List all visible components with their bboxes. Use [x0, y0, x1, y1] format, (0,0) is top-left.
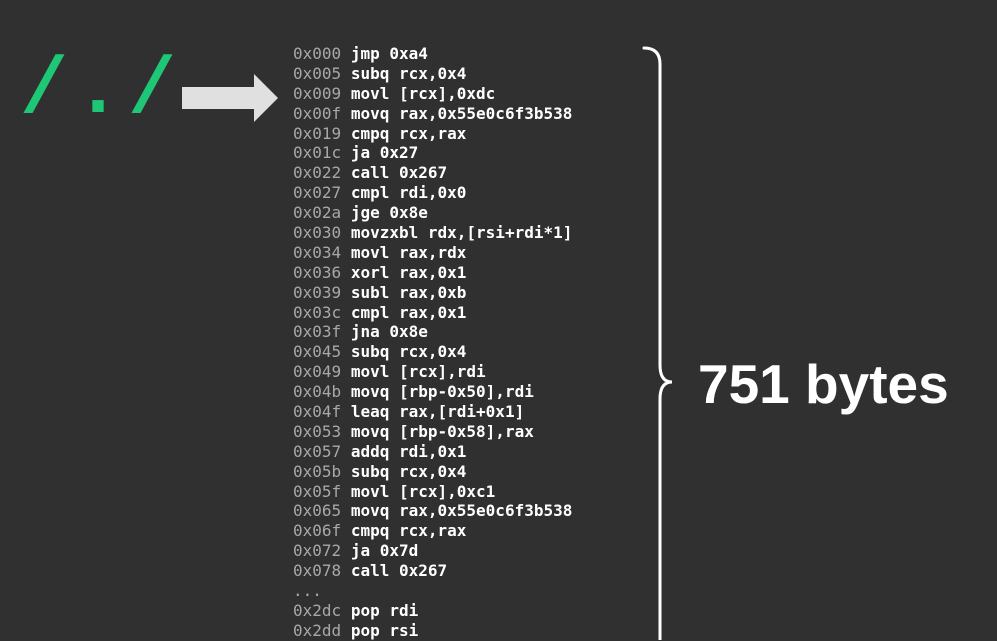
code-instruction: addq rdi,0x1	[350, 441, 467, 461]
code-address: 0x00f	[293, 103, 342, 123]
code-instruction: pop rsi	[350, 620, 419, 640]
code-line: 0x2dd pop rsi	[293, 621, 653, 641]
code-instruction: cmpq rcx,rax	[350, 123, 467, 143]
code-line: 0x039 subl rax,0xb	[293, 283, 653, 303]
code-address: 0x01c	[293, 143, 342, 163]
code-instruction: movl [rcx],0xc1	[350, 481, 496, 501]
code-instruction: movq rax,0x55e0c6f3b538	[350, 501, 573, 521]
code-instruction: subq rcx,0x4	[350, 63, 467, 83]
code-line: 0x02a jge 0x8e	[293, 203, 653, 223]
code-line: 0x030 movzxbl rdx,[rsi+rdi*1]	[293, 223, 653, 243]
slide: /./ 0x000 jmp 0xa4 0x005 subq rcx,0x4 0x00…	[0, 0, 997, 640]
code-instruction: movq rax,0x55e0c6f3b538	[350, 103, 573, 123]
code-address: 0x022	[293, 163, 342, 183]
code-instruction: call 0x267	[350, 561, 448, 581]
right-curly-brace-icon	[642, 46, 673, 640]
code-instruction: movzxbl rdx,[rsi+rdi*1]	[350, 223, 573, 243]
code-instruction: ja 0x27	[350, 143, 419, 163]
code-instruction: cmpl rax,0x1	[350, 302, 467, 322]
code-instruction: xorl rax,0x1	[350, 262, 467, 282]
code-line: 0x04f leaq rax,[rdi+0x1]	[293, 402, 653, 422]
code-line: 0x03c cmpl rax,0x1	[293, 303, 653, 323]
code-instruction: leaq rax,[rdi+0x1]	[350, 402, 525, 422]
code-address: 0x065	[293, 501, 342, 521]
code-instruction: movq [rbp-0x50],rdi	[350, 382, 534, 402]
code-line: 0x034 movl rax,rdx	[293, 243, 653, 263]
code-line: 0x078 call 0x267	[293, 561, 653, 581]
assembly-listing: 0x000 jmp 0xa4 0x005 subq rcx,0x4 0x009 mo…	[293, 44, 653, 641]
code-address: 0x04f	[293, 402, 342, 422]
code-line: 0x049 movl [rcx],rdi	[293, 362, 653, 382]
code-line: 0x04b movq [rbp-0x50],rdi	[293, 382, 653, 402]
code-line: 0x009 movl [rcx],0xdc	[293, 84, 653, 104]
code-line: 0x05f movl [rcx],0xc1	[293, 482, 653, 502]
code-address: 0x000	[293, 44, 342, 63]
code-address: 0x045	[293, 342, 342, 362]
code-instruction: movl [rcx],0xdc	[350, 83, 496, 103]
code-instruction: cmpl rdi,0x0	[350, 183, 467, 203]
code-line: 0x06f cmpq rcx,rax	[293, 521, 653, 541]
code-line: 0x01c ja 0x27	[293, 143, 653, 163]
code-line: 0x03f jna 0x8e	[293, 322, 653, 342]
code-address: 0x027	[293, 183, 342, 203]
code-line: 0x072 ja 0x7d	[293, 541, 653, 561]
code-line: 0x036 xorl rax,0x1	[293, 263, 653, 283]
code-address: 0x05b	[293, 461, 342, 481]
code-address: 0x009	[293, 83, 342, 103]
code-address: 0x057	[293, 441, 342, 461]
code-line: 0x005 subq rcx,0x4	[293, 64, 653, 84]
code-address: 0x049	[293, 362, 342, 382]
code-instruction: ja 0x7d	[350, 541, 419, 561]
code-line: 0x065 movq rax,0x55e0c6f3b538	[293, 501, 653, 521]
code-line: 0x019 cmpq rcx,rax	[293, 124, 653, 144]
code-instruction: pop rdi	[350, 600, 419, 620]
code-line: 0x027 cmpl rdi,0x0	[293, 183, 653, 203]
code-instruction: subq rcx,0x4	[350, 342, 467, 362]
code-address: 0x072	[293, 541, 342, 561]
right-arrow-shape	[182, 74, 278, 122]
code-instruction: jge 0x8e	[350, 203, 428, 223]
curly-brace-path	[642, 46, 673, 640]
code-instruction: cmpq rcx,rax	[350, 521, 467, 541]
code-address: 0x030	[293, 223, 342, 243]
code-line: 0x00f movq rax,0x55e0c6f3b538	[293, 104, 653, 124]
code-ellipsis: ...	[293, 581, 322, 601]
code-instruction: movl [rcx],rdi	[350, 362, 486, 382]
code-address: 0x019	[293, 123, 342, 143]
code-line: 0x05b subq rcx,0x4	[293, 462, 653, 482]
code-address: 0x039	[293, 282, 342, 302]
code-instruction: subl rax,0xb	[350, 282, 467, 302]
code-line: 0x2dc pop rdi	[293, 601, 653, 621]
code-address: 0x03c	[293, 302, 342, 322]
code-address: 0x005	[293, 63, 342, 83]
code-instruction: subq rcx,0x4	[350, 461, 467, 481]
code-instruction: movl rax,rdx	[350, 242, 467, 262]
code-address: 0x053	[293, 421, 342, 441]
regex-pattern: /./	[20, 46, 183, 137]
code-address: 0x034	[293, 242, 342, 262]
code-address: 0x04b	[293, 382, 342, 402]
code-address: 0x2dc	[293, 600, 342, 620]
code-address: 0x036	[293, 262, 342, 282]
code-line: 0x000 jmp 0xa4	[293, 44, 653, 64]
code-line: 0x045 subq rcx,0x4	[293, 342, 653, 362]
code-address: 0x03f	[293, 322, 342, 342]
code-address: 0x05f	[293, 481, 342, 501]
byte-size-label: 751 bytes	[698, 353, 949, 415]
code-line: 0x053 movq [rbp-0x58],rax	[293, 422, 653, 442]
code-address: 0x078	[293, 561, 342, 581]
code-instruction: movq [rbp-0x58],rax	[350, 421, 534, 441]
code-address: 0x02a	[293, 203, 342, 223]
code-line: 0x057 addq rdi,0x1	[293, 442, 653, 462]
code-instruction: jna 0x8e	[350, 322, 428, 342]
code-instruction: jmp 0xa4	[350, 44, 428, 63]
code-instruction: call 0x267	[350, 163, 448, 183]
code-line: 0x022 call 0x267	[293, 163, 653, 183]
code-address: 0x06f	[293, 521, 342, 541]
right-arrow-icon	[182, 74, 278, 122]
code-address: 0x2dd	[293, 620, 342, 640]
